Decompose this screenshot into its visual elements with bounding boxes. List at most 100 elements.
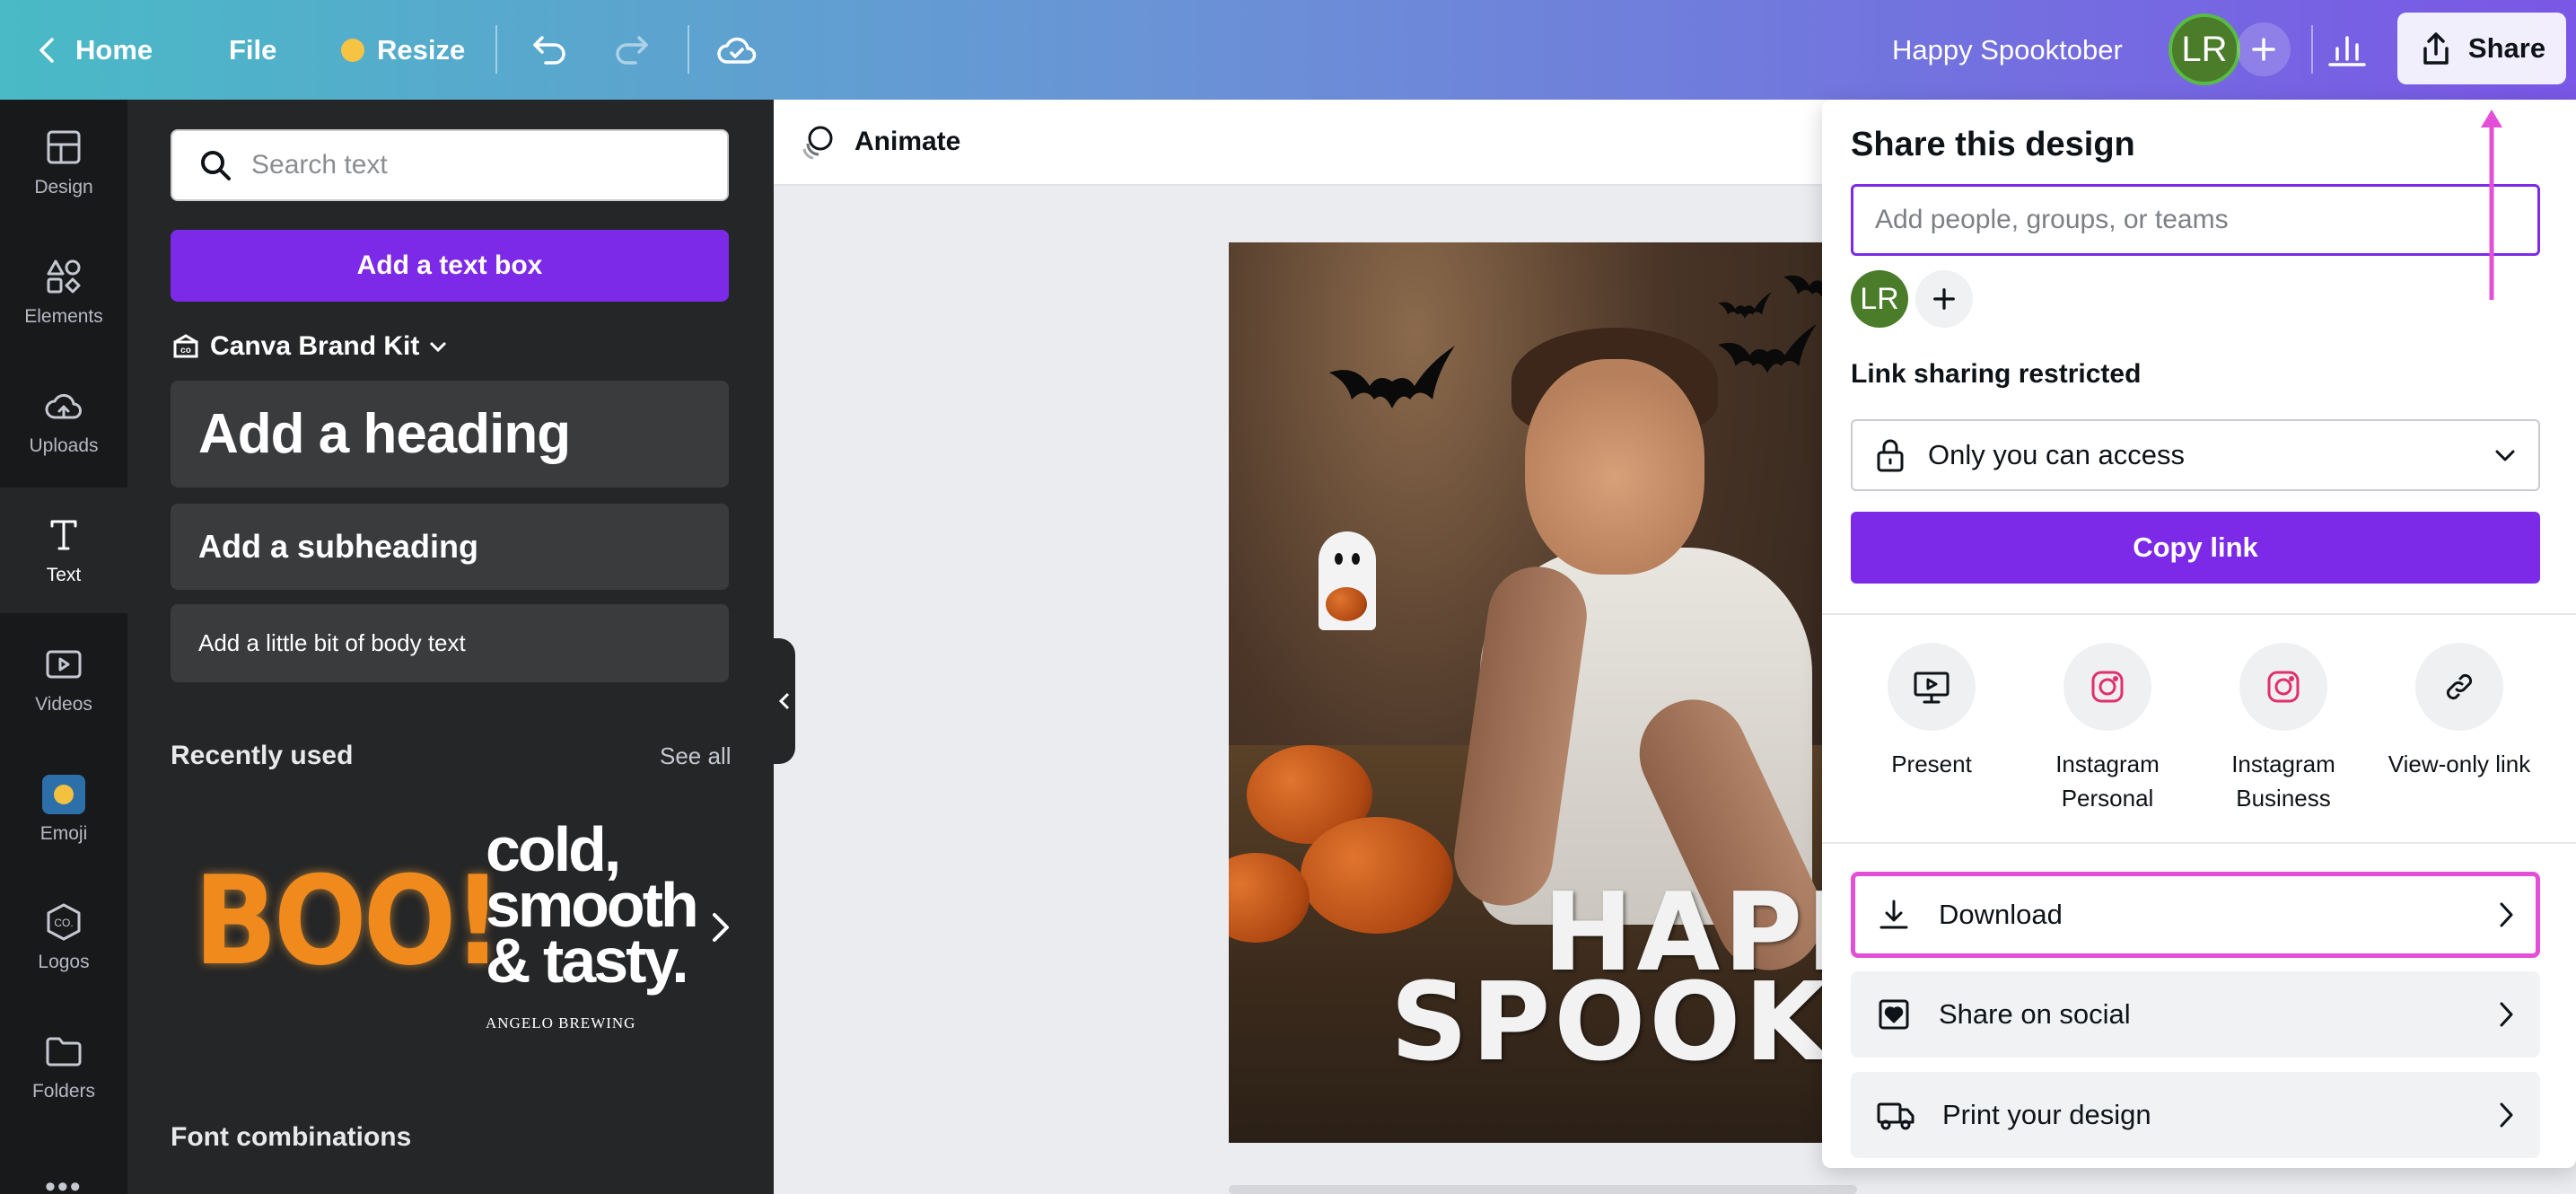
ghost-sticker bbox=[1319, 531, 1376, 630]
recently-used-heading: Recently used bbox=[171, 741, 354, 770]
rail-label: Design bbox=[34, 177, 93, 198]
add-people-field[interactable] bbox=[1851, 184, 2540, 256]
rail-label: Logos bbox=[38, 952, 90, 972]
copy-link-button[interactable]: Copy link bbox=[1851, 512, 2540, 584]
canvas-scrollbar[interactable] bbox=[1229, 1185, 1857, 1194]
access-select[interactable]: Only you can access bbox=[1851, 419, 2540, 491]
cloud-check-icon bbox=[717, 37, 757, 64]
download-button[interactable]: Download bbox=[1851, 872, 2540, 958]
search-field[interactable] bbox=[171, 129, 729, 201]
share-label: Share bbox=[2467, 32, 2546, 64]
rail-label: Elements bbox=[24, 306, 103, 327]
rail-label: Uploads bbox=[29, 435, 99, 456]
file-menu[interactable]: File bbox=[229, 0, 276, 100]
rail-label: Text bbox=[46, 565, 82, 585]
share-on-social-button[interactable]: Share on social bbox=[1851, 971, 2540, 1058]
share-option-present[interactable]: Present bbox=[1844, 643, 2020, 781]
share-option-view-only-link[interactable]: View-only link bbox=[2371, 643, 2547, 781]
brand-kit-icon: co bbox=[173, 334, 198, 358]
collaborator-avatar[interactable]: LR bbox=[1851, 270, 1908, 328]
chevron-right-icon bbox=[2500, 902, 2513, 927]
rail-item-design[interactable]: Design bbox=[0, 100, 127, 225]
add-text-box-button[interactable]: Add a text box bbox=[171, 230, 729, 302]
animate-button[interactable]: Animate bbox=[854, 127, 960, 157]
add-subheading-button[interactable]: Add a subheading bbox=[171, 504, 729, 590]
add-people-input[interactable] bbox=[1875, 205, 2503, 235]
link-sharing-label: Link sharing restricted bbox=[1851, 359, 2142, 389]
collapse-panel-button[interactable] bbox=[774, 638, 795, 764]
download-icon bbox=[1879, 900, 1908, 929]
design-title[interactable]: Happy Spooktober bbox=[1892, 0, 2123, 100]
share-panel-title: Share this design bbox=[1851, 126, 2135, 163]
rail-item-emoji[interactable]: Emoji bbox=[0, 747, 127, 873]
cloud-upload-icon bbox=[45, 393, 82, 419]
share-button[interactable]: Share bbox=[2397, 13, 2566, 84]
rail-item-uploads[interactable]: Uploads bbox=[0, 358, 127, 484]
search-input[interactable] bbox=[251, 150, 700, 180]
rail-item-text[interactable]: Text bbox=[0, 487, 127, 613]
toolbar-divider bbox=[688, 25, 689, 74]
share-option-label: Instagram Personal bbox=[2055, 751, 2160, 812]
print-design-button[interactable]: Print your design bbox=[1851, 1072, 2540, 1158]
lock-icon bbox=[1877, 439, 1904, 472]
toolbar-divider bbox=[495, 25, 497, 74]
rail-item-elements[interactable]: Elements bbox=[0, 229, 127, 355]
logo-icon: CO. bbox=[47, 903, 81, 941]
action-label: Download bbox=[1939, 899, 2063, 930]
access-value: Only you can access bbox=[1928, 439, 2186, 470]
annotation-arrow-icon bbox=[2481, 110, 2502, 300]
search-icon bbox=[201, 151, 231, 180]
share-option-instagram-personal[interactable]: Instagram Personal bbox=[2020, 643, 2195, 815]
insights-button[interactable] bbox=[2326, 0, 2368, 100]
bar-chart-icon bbox=[2328, 35, 2366, 66]
recent-cold-template[interactable]: cold, smooth & tasty. bbox=[486, 814, 699, 992]
user-avatar[interactable]: LR bbox=[2169, 13, 2240, 85]
svg-text:co: co bbox=[180, 346, 191, 356]
instagram-icon bbox=[2267, 671, 2300, 703]
resize-button[interactable]: Resize bbox=[341, 0, 465, 100]
home-label: Home bbox=[75, 33, 153, 66]
text-icon bbox=[50, 520, 77, 550]
template-line: smooth bbox=[486, 870, 699, 940]
bat-sticker bbox=[1718, 323, 1817, 385]
chevron-down-icon bbox=[430, 341, 447, 353]
carousel-next-button[interactable] bbox=[709, 909, 732, 950]
share-option-label: Instagram Business bbox=[2231, 751, 2335, 812]
chevron-left-icon bbox=[778, 692, 790, 710]
redo-icon bbox=[616, 35, 648, 65]
chevron-right-icon bbox=[2500, 1102, 2513, 1128]
file-label: File bbox=[229, 33, 277, 66]
redo-button[interactable] bbox=[612, 0, 652, 100]
cloud-save-button[interactable] bbox=[716, 0, 758, 100]
invite-button[interactable] bbox=[2237, 22, 2291, 76]
add-body-text-button[interactable]: Add a little bit of body text bbox=[171, 604, 729, 682]
social-heart-icon bbox=[1879, 999, 1909, 1030]
design-headline-line2[interactable]: SPOOKTOB bbox=[1390, 961, 1848, 1085]
design-canvas[interactable]: HAPPY SPOOKTOB bbox=[1229, 242, 1848, 1143]
see-all-link[interactable]: See all bbox=[660, 742, 732, 770]
truck-icon bbox=[1877, 1102, 1914, 1130]
template-line: cold, bbox=[486, 814, 621, 884]
link-icon bbox=[2446, 673, 2473, 700]
brand-kit-dropdown[interactable]: co Canva Brand Kit bbox=[171, 327, 448, 366]
person-face bbox=[1525, 359, 1704, 575]
home-button[interactable]: Home bbox=[34, 0, 153, 100]
plus-icon bbox=[2252, 38, 2275, 61]
share-option-instagram-business[interactable]: Instagram Business bbox=[2195, 643, 2371, 815]
shapes-icon bbox=[47, 259, 81, 294]
rail-item-videos[interactable]: Videos bbox=[0, 617, 127, 742]
bat-sticker bbox=[1329, 346, 1455, 422]
crown-icon bbox=[341, 38, 364, 62]
add-heading-button[interactable]: Add a heading bbox=[171, 381, 729, 487]
add-collaborator-button[interactable] bbox=[1915, 270, 1973, 328]
undo-button[interactable] bbox=[530, 0, 569, 100]
recent-boo-template[interactable]: BOO! bbox=[194, 849, 503, 992]
more-apps-icon[interactable]: ••• bbox=[45, 1172, 83, 1194]
rail-item-folders[interactable]: Folders bbox=[0, 1004, 127, 1129]
bat-sticker bbox=[1718, 292, 1772, 327]
action-label: Print your design bbox=[1942, 1099, 2151, 1130]
emoji-icon bbox=[42, 775, 85, 814]
rail-item-logos[interactable]: CO. Logos bbox=[0, 874, 127, 1000]
template-caption: ANGELO BREWING bbox=[486, 1014, 636, 1032]
divider bbox=[1822, 842, 2576, 844]
